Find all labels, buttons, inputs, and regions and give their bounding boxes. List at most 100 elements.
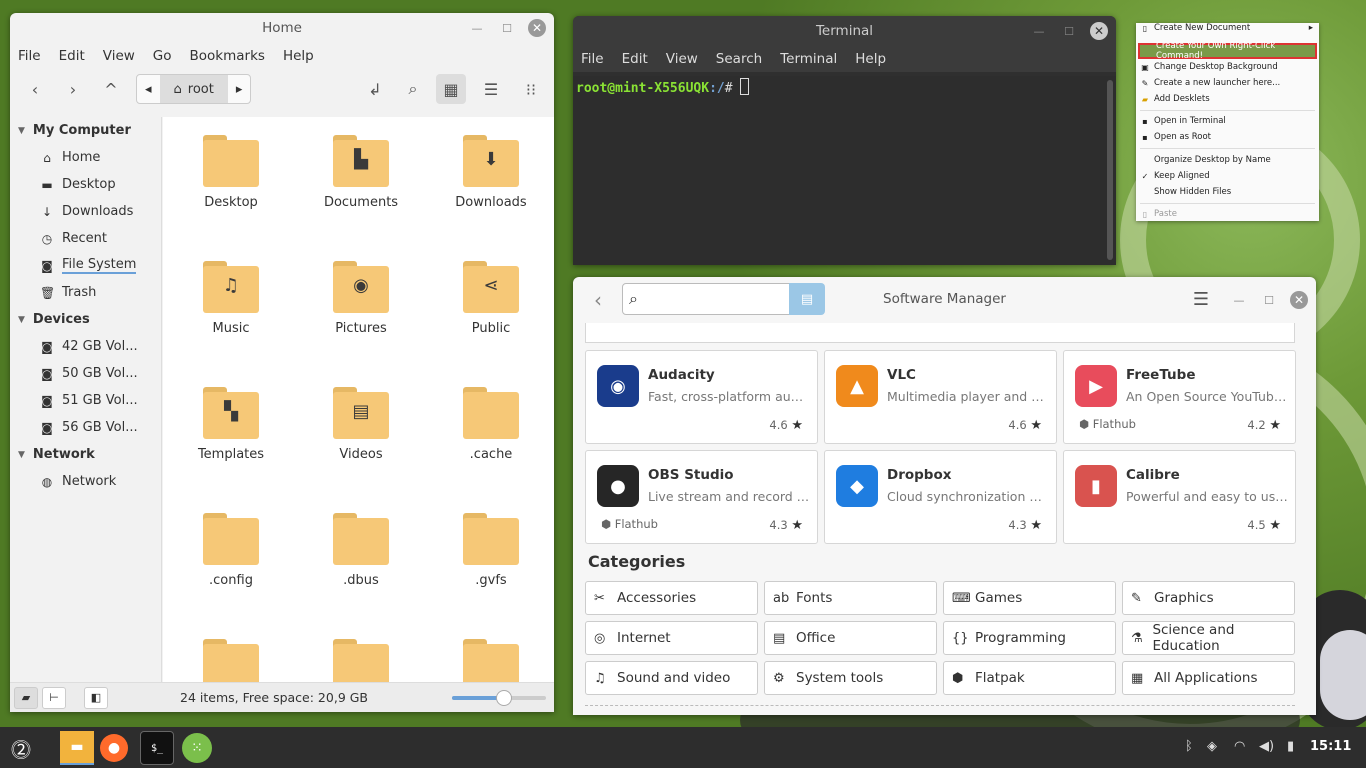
menu-item-create-right-click-command[interactable]: Create Your Own Right-Click Command!: [1138, 41, 1317, 61]
clock[interactable]: 15:11: [1310, 739, 1351, 754]
folder-item[interactable]: Desktop: [176, 135, 286, 210]
menu-file[interactable]: File: [581, 51, 604, 67]
compact-view-icon[interactable]: ⁝⁝: [516, 74, 546, 104]
category-button[interactable]: ⚗ Science and Education: [1122, 621, 1295, 655]
category-button[interactable]: ⬢ Flatpak: [943, 661, 1116, 695]
folder-item[interactable]: .gvfs: [436, 513, 546, 588]
close-icon[interactable]: ✕: [528, 19, 546, 37]
folder-item[interactable]: ♫ Music: [176, 261, 286, 336]
menu-help[interactable]: Help: [283, 48, 314, 64]
icon-view-icon[interactable]: ▦: [436, 74, 466, 104]
menu-view[interactable]: View: [103, 48, 135, 64]
app-card[interactable]: ◆ Dropbox Cloud synchronization engine 4.3 …: [824, 450, 1057, 544]
zoom-slider-handle[interactable]: [495, 690, 512, 706]
places-toggle-icon[interactable]: ▰: [14, 686, 38, 709]
folder-item[interactable]: ⋖ Public: [436, 261, 546, 336]
folder-item[interactable]: .dbus: [306, 513, 416, 588]
folder-item[interactable]: ▚ Templates: [176, 387, 286, 462]
software-manager-launcher-icon[interactable]: ⁙: [182, 733, 212, 763]
category-button[interactable]: ab Fonts: [764, 581, 937, 615]
menu-item-change-background[interactable]: ▣ Change Desktop Background: [1138, 60, 1317, 74]
sidebar-item-desktop[interactable]: ▬ Desktop: [10, 171, 161, 198]
menu-file[interactable]: File: [18, 48, 41, 64]
folder-item[interactable]: .config: [176, 513, 286, 588]
menu-item-open-as-root[interactable]: ▪ Open as Root: [1138, 130, 1317, 144]
sidebar-item-downloads[interactable]: ↓ Downloads: [10, 198, 161, 225]
battery-icon[interactable]: ▮: [1287, 739, 1294, 754]
app-card[interactable]: ◉ Audacity Fast, cross-platform audio edit…: [585, 350, 818, 444]
tree-toggle-icon[interactable]: ⊢: [42, 686, 66, 709]
category-button[interactable]: ⌨ Games: [943, 581, 1116, 615]
menu-item-organize-desktop[interactable]: Organize Desktop by Name: [1138, 153, 1317, 167]
files-launcher-icon[interactable]: ▬: [60, 731, 94, 765]
terminal-scrollbar[interactable]: [1107, 80, 1113, 260]
menu-item-create-new-document[interactable]: ▯ Create New Document ▸: [1138, 21, 1317, 35]
sidebar-item-file-system[interactable]: ◙ File System: [10, 252, 161, 279]
menu-help[interactable]: Help: [855, 51, 886, 67]
terminal-launcher-icon[interactable]: $_: [140, 731, 174, 765]
minimize-icon[interactable]: —: [1030, 22, 1048, 40]
terminal-titlebar[interactable]: Terminal — ☐ ✕: [573, 16, 1116, 46]
zoom-slider[interactable]: [452, 690, 546, 706]
firefox-icon[interactable]: ●: [100, 734, 128, 762]
sidebar-header-network[interactable]: ▼ Network: [10, 441, 161, 468]
back-icon[interactable]: ‹: [583, 285, 613, 315]
menu-search[interactable]: Search: [716, 51, 762, 67]
minimize-icon[interactable]: —: [468, 19, 486, 37]
menu-item-open-in-terminal[interactable]: ▪ Open in Terminal: [1138, 114, 1317, 128]
app-card[interactable]: ● OBS Studio Live stream and record videos…: [585, 450, 818, 544]
sidebar-item-volume[interactable]: ◙ 50 GB Vol...: [10, 360, 161, 387]
menu-item-show-hidden-files[interactable]: Show Hidden Files: [1138, 185, 1317, 199]
menu-view[interactable]: View: [666, 51, 698, 67]
maximize-icon[interactable]: ☐: [1060, 22, 1078, 40]
menu-bookmarks[interactable]: Bookmarks: [190, 48, 265, 64]
search-input[interactable]: [622, 283, 790, 315]
folder-item[interactable]: ◉ Pictures: [306, 261, 416, 336]
location-toggle-icon[interactable]: ↲: [360, 74, 390, 104]
folder-item[interactable]: ⬇ Downloads: [436, 135, 546, 210]
sidebar-header-devices[interactable]: ▼ Devices: [10, 306, 161, 333]
menu-item-add-desklets[interactable]: ▰ Add Desklets: [1138, 92, 1317, 106]
forward-icon[interactable]: ›: [58, 74, 88, 104]
category-button[interactable]: ▤ Office: [764, 621, 937, 655]
menu-edit[interactable]: Edit: [59, 48, 85, 64]
category-button[interactable]: ⚙ System tools: [764, 661, 937, 695]
app-card[interactable]: ▶ FreeTube An Open Source YouTube app ⬢ Fla…: [1063, 350, 1296, 444]
folder-item[interactable]: ▙ Documents: [306, 135, 416, 210]
category-button[interactable]: {} Programming: [943, 621, 1116, 655]
list-view-icon[interactable]: ☰: [476, 74, 506, 104]
folder-item[interactable]: [306, 639, 416, 684]
sidebar-item-trash[interactable]: 🗑 Trash: [10, 279, 161, 306]
menu-edit[interactable]: Edit: [622, 51, 648, 67]
sidebar-item-network[interactable]: ◍ Network: [10, 468, 161, 495]
hamburger-menu-icon[interactable]: ☰: [1186, 284, 1216, 314]
minimize-icon[interactable]: —: [1230, 291, 1248, 309]
breadcrumb-right-icon[interactable]: ▸: [228, 75, 251, 103]
sidebar-toggle-icon[interactable]: ◧: [84, 686, 108, 709]
terminal-output[interactable]: root@mint-X556UQK:/#: [573, 76, 1116, 265]
up-icon[interactable]: ^: [96, 74, 126, 104]
search-options-button[interactable]: ▤: [789, 283, 825, 315]
maximize-icon[interactable]: ☐: [1260, 291, 1278, 309]
search-icon[interactable]: ⌕: [398, 74, 428, 104]
menu-terminal[interactable]: Terminal: [780, 51, 837, 67]
menu-item-create-launcher[interactable]: ✎ Create a new launcher here...: [1138, 76, 1317, 90]
sidebar-item-volume[interactable]: ◙ 56 GB Vol...: [10, 414, 161, 441]
folder-item[interactable]: [176, 639, 286, 684]
sidebar-item-home[interactable]: ⌂ Home: [10, 144, 161, 171]
sidebar-item-volume[interactable]: ◙ 42 GB Vol...: [10, 333, 161, 360]
sidebar-header-my-computer[interactable]: ▼ My Computer: [10, 117, 161, 144]
app-card[interactable]: ▮ Calibre Powerful and easy to use e-book …: [1063, 450, 1296, 544]
folder-item[interactable]: .cache: [436, 387, 546, 462]
mint-menu-icon[interactable]: ⓶: [4, 731, 38, 765]
breadcrumb-left-icon[interactable]: ◂: [137, 75, 160, 103]
back-icon[interactable]: ‹: [20, 74, 50, 104]
close-icon[interactable]: ✕: [1090, 22, 1108, 40]
file-manager-titlebar[interactable]: Home — ☐ ✕: [10, 13, 554, 43]
category-button[interactable]: ◎ Internet: [585, 621, 758, 655]
menu-item-keep-aligned[interactable]: ✓ Keep Aligned: [1138, 169, 1317, 183]
folder-item[interactable]: ▤ Videos: [306, 387, 416, 462]
category-button[interactable]: ♫ Sound and video: [585, 661, 758, 695]
nvidia-icon[interactable]: ◈: [1207, 739, 1217, 754]
breadcrumb-root[interactable]: ⌂ root: [159, 75, 228, 103]
